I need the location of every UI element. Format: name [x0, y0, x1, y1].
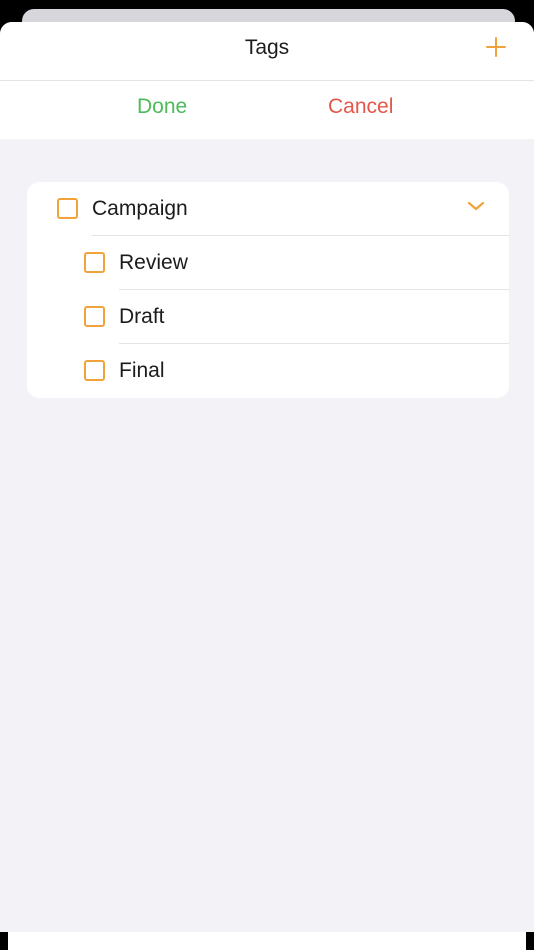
tag-label: Final: [119, 359, 165, 382]
action-bar: Done Cancel: [0, 81, 534, 139]
tags-sheet: Tags Done Cancel Campaign Review Draft F…: [0, 22, 534, 932]
tag-label: Draft: [119, 305, 165, 328]
checkbox-campaign[interactable]: [57, 198, 78, 219]
tag-row-final[interactable]: Final: [27, 344, 509, 398]
tag-row-draft[interactable]: Draft: [27, 290, 509, 344]
tag-row-review[interactable]: Review: [27, 236, 509, 290]
navigation-bar: Tags: [0, 22, 534, 80]
bottom-strip: [8, 932, 526, 950]
checkbox-review[interactable]: [84, 252, 105, 273]
tag-label: Campaign: [92, 197, 188, 220]
done-button[interactable]: Done: [137, 95, 187, 119]
tag-label: Review: [119, 251, 188, 274]
page-title: Tags: [244, 36, 290, 59]
plus-icon[interactable]: [484, 35, 508, 59]
checkbox-final[interactable]: [84, 360, 105, 381]
cancel-button[interactable]: Cancel: [328, 95, 393, 119]
chevron-down-icon[interactable]: [467, 200, 485, 212]
checkbox-draft[interactable]: [84, 306, 105, 327]
tag-row-campaign[interactable]: Campaign: [27, 182, 509, 236]
tag-list: Campaign Review Draft Final: [27, 182, 509, 398]
